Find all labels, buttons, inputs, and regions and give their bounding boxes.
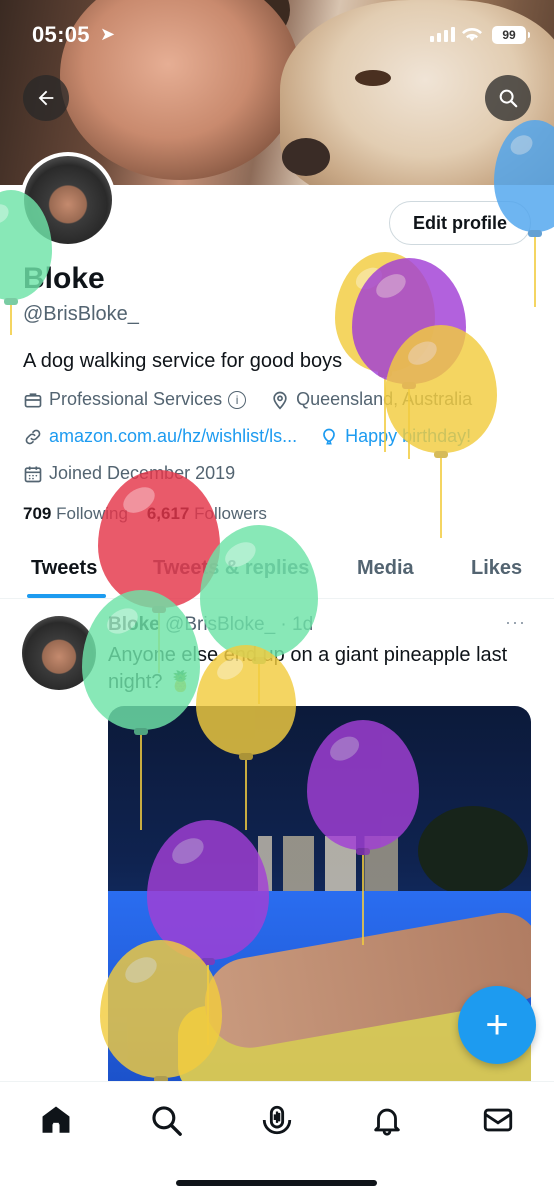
nav-search[interactable] [146,1100,186,1140]
profile-meta-row-2: amazon.com.au/hz/wishlist/ls... Happy bi… [23,426,471,447]
follow-counts: 709 Following 6,617 Followers [23,504,267,524]
back-button[interactable] [23,75,69,121]
tweet-avatar[interactable] [22,616,96,690]
profile-location: Queensland, Australia [296,389,473,409]
nav-home[interactable] [36,1100,76,1140]
profile-avatar[interactable] [20,152,116,248]
tweet-text: Anyone else end up on a giant pineapple … [108,644,508,693]
spaces-icon [262,1105,292,1135]
profile-meta-row-1: Professional Services i Queensland, Aust… [23,389,472,410]
briefcase-icon [24,392,42,407]
nav-spaces[interactable] [257,1100,297,1140]
media-trees [418,806,528,896]
edit-profile-button[interactable]: Edit profile [389,201,531,245]
tab-likes[interactable]: Likes [471,557,522,580]
status-bar: 05:05 ➤ 99 [0,0,554,70]
tweet-author-name[interactable]: Bloke [108,614,160,635]
following-count: 709 [23,504,52,523]
location-arrow-icon: ➤ [100,24,116,44]
media-city-lights [258,836,398,896]
profile-handle: @BrisBloke_ [23,303,139,325]
home-icon [42,1106,70,1133]
profile-joined: Joined December 2019 [49,463,236,483]
profile-meta-row-3: Joined December 2019 [23,463,235,484]
tweet-more-icon[interactable]: ··· [505,612,526,633]
tab-tweets[interactable]: Tweets [31,557,97,580]
profile-bio: A dog walking service for good boys [23,350,343,372]
banner-photo-dog-eye [355,70,391,86]
profile-birthday[interactable]: Happy birthday! [345,426,471,447]
profile-website-link[interactable]: amazon.com.au/hz/wishlist/ls... [49,426,297,447]
search-icon [499,89,518,108]
compose-tweet-button[interactable]: + [458,986,536,1064]
active-tab-indicator [27,594,106,598]
cellular-signal-icon [430,27,455,42]
tweet-author-handle: @BrisBloke_ [165,614,276,635]
profile-name: Bloke [23,262,105,295]
search-icon [152,1106,182,1136]
tab-tweets-replies[interactable]: Tweets & replies [153,557,309,580]
following-label: Following [56,504,128,523]
nav-notifications[interactable] [367,1100,407,1140]
calendar-icon [24,466,42,482]
status-time: 05:05 [32,22,90,47]
home-indicator [176,1180,377,1186]
location-pin-icon [273,391,287,410]
followers-link[interactable]: 6,617 Followers [147,504,267,523]
mail-icon [483,1108,513,1132]
link-icon [25,429,41,444]
banner-photo-dog-nose [282,138,330,176]
wifi-icon [461,25,483,48]
followers-count: 6,617 [146,504,190,523]
back-arrow-icon [38,90,54,106]
balloon-icon [323,428,335,444]
tab-media[interactable]: Media [357,557,414,580]
battery-icon: 99 [492,26,530,44]
bell-icon [374,1108,400,1136]
profile-category: Professional Services [49,389,223,409]
search-button[interactable] [485,75,531,121]
info-icon[interactable]: i [228,390,247,409]
followers-label: Followers [194,504,267,523]
tweet-header: Bloke @BrisBloke_ · 1d [108,614,314,635]
profile-tabs: Tweets Tweets & replies Media Likes [0,545,554,599]
nav-messages[interactable] [478,1100,518,1140]
tweet-time: 1d [292,614,314,635]
following-link[interactable]: 709 Following [23,504,128,523]
